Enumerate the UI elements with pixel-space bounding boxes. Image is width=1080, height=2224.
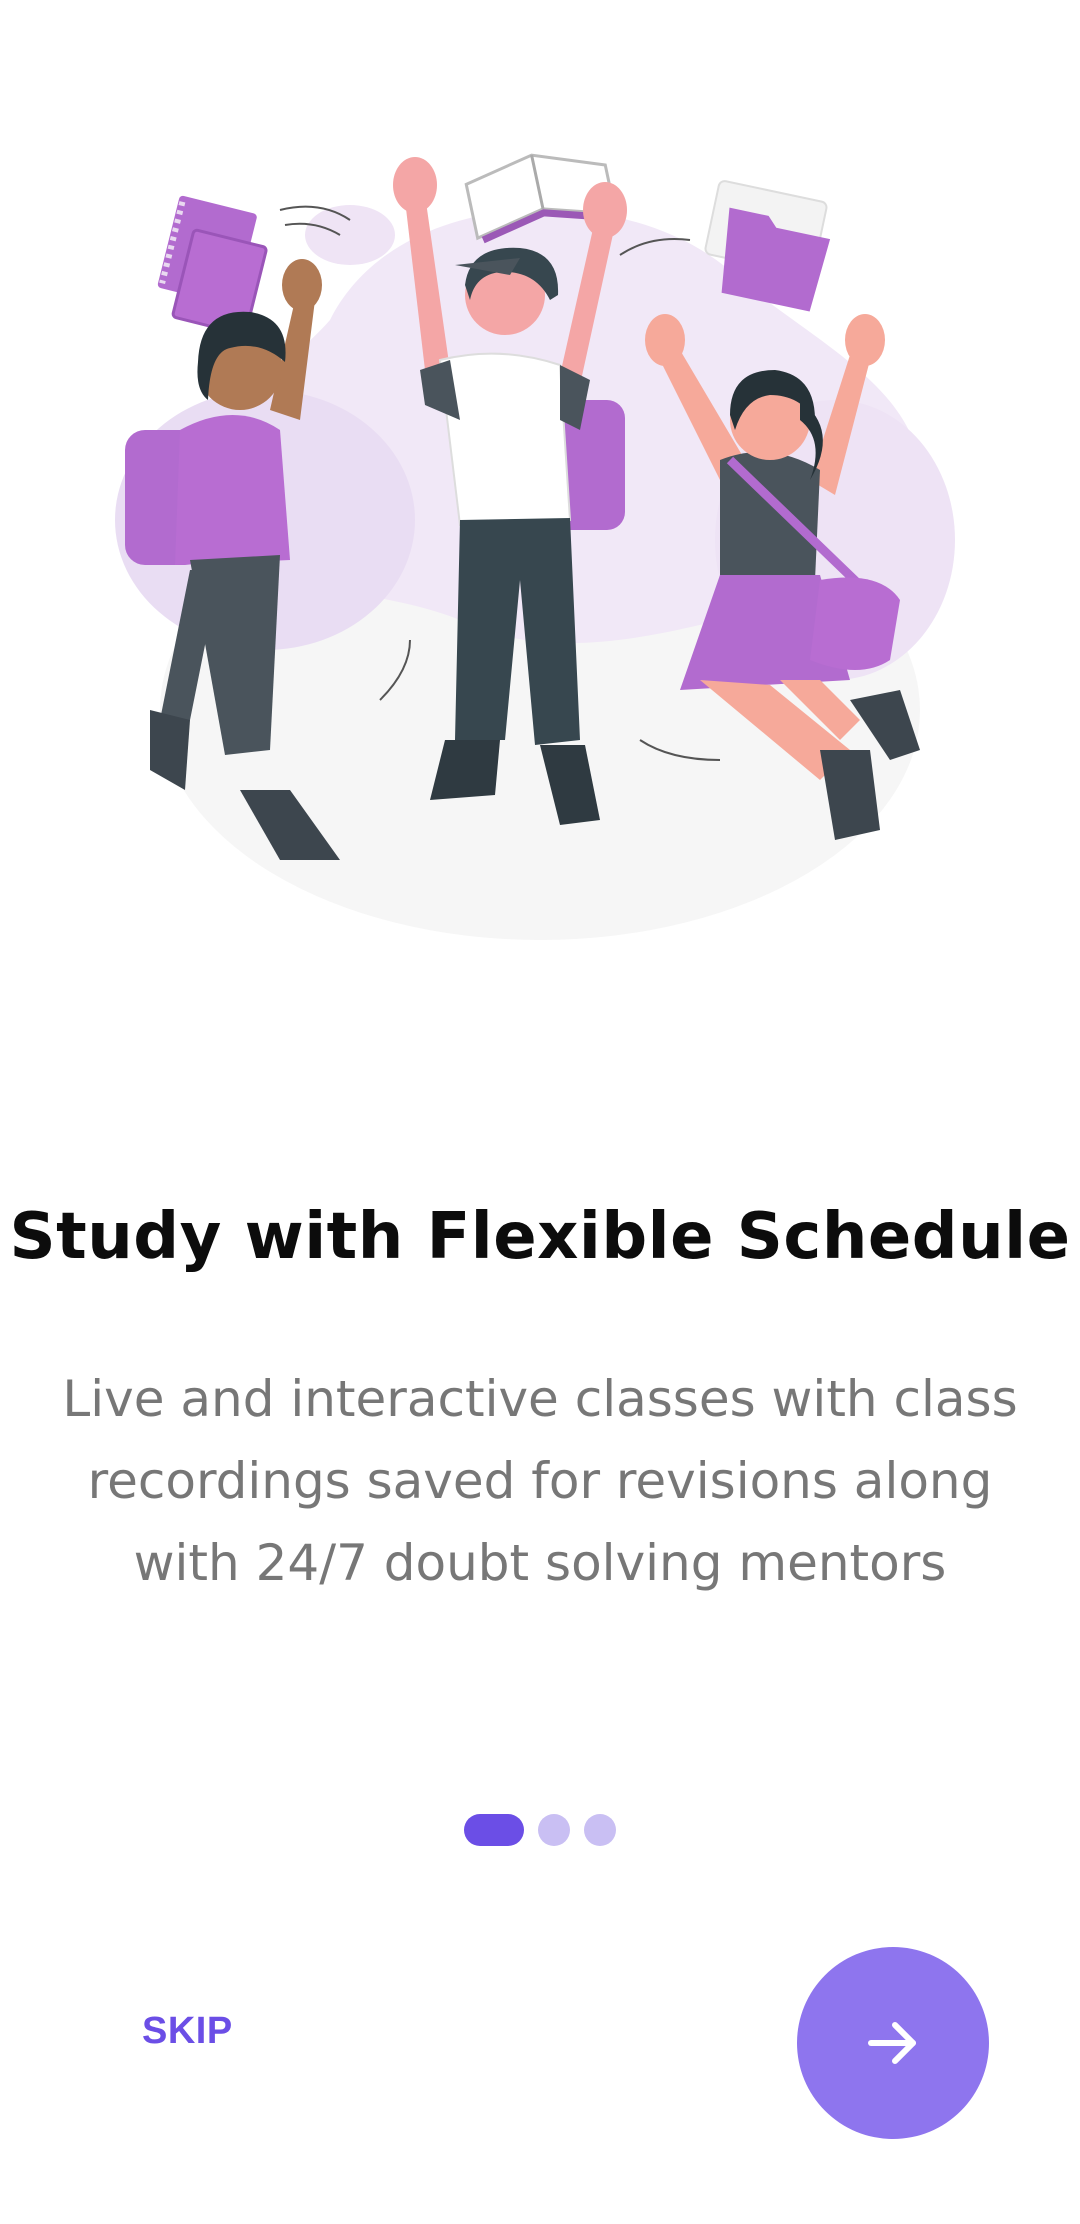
page-dot[interactable] (584, 1814, 616, 1846)
description-line: Live and interactive classes with class (62, 1370, 1018, 1428)
onboarding-description: Live and interactive classes with class … (20, 1358, 1060, 1604)
arrow-right-icon (868, 2022, 916, 2064)
description-line: recordings saved for revisions along (87, 1452, 993, 1510)
onboarding-title: Study with Flexible Schedule (9, 1200, 1071, 1274)
page-indicator (0, 1814, 1080, 1846)
students-illustration (115, 153, 955, 940)
page-dot-active[interactable] (464, 1814, 524, 1846)
skip-button[interactable]: SKIP (142, 2010, 233, 2053)
description-line: with 24/7 doubt solving mentors (133, 1534, 947, 1592)
page-dot[interactable] (538, 1814, 570, 1846)
next-button[interactable] (797, 1947, 989, 2139)
